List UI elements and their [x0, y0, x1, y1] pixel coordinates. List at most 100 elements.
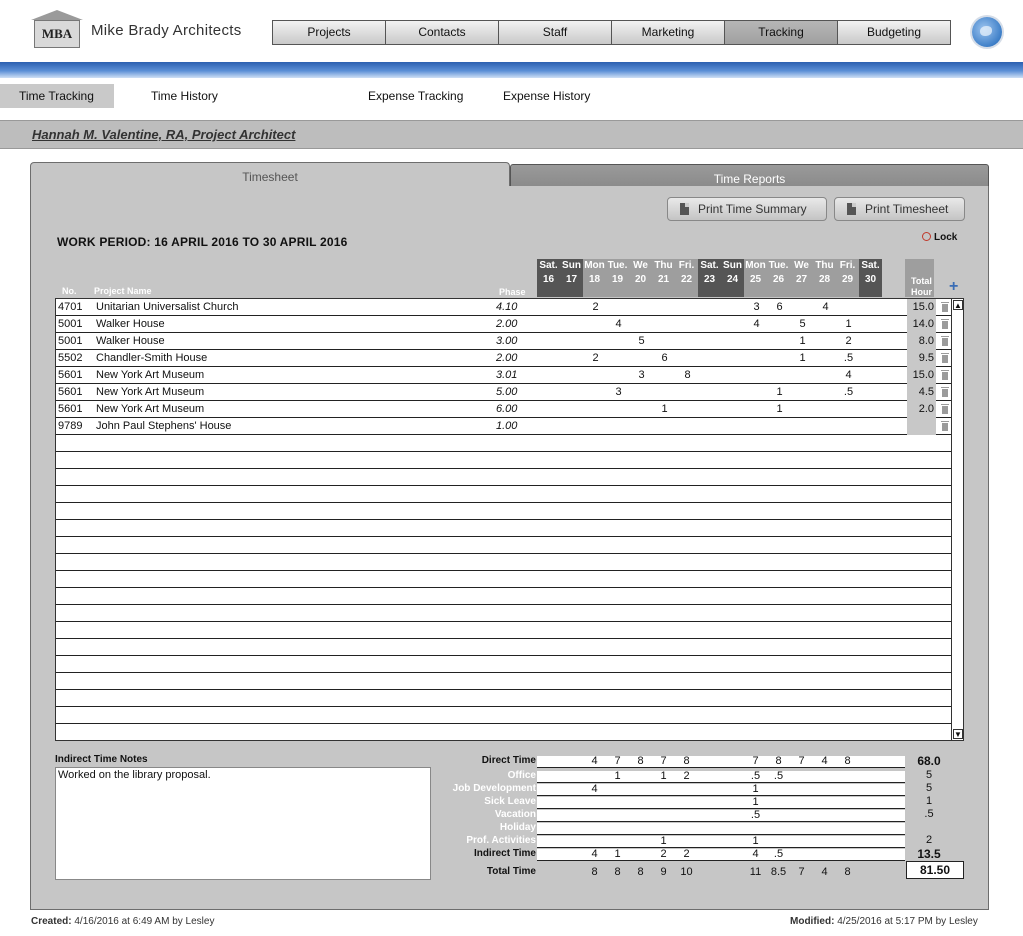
- hours-cell[interactable]: [699, 384, 722, 401]
- row-total[interactable]: 9.5: [907, 350, 936, 367]
- hours-cell[interactable]: [676, 418, 699, 435]
- scroll-up-icon[interactable]: ▲: [953, 300, 963, 310]
- trash-icon[interactable]: [941, 302, 949, 313]
- table-row[interactable]: [56, 605, 951, 622]
- hours-cell[interactable]: [814, 333, 837, 350]
- project-name[interactable]: New York Art Museum: [96, 401, 204, 418]
- hours-cell[interactable]: [837, 418, 860, 435]
- subnav-expense-tracking[interactable]: Expense Tracking: [349, 84, 482, 108]
- hours-cell[interactable]: [584, 418, 607, 435]
- hours-cell[interactable]: [768, 367, 791, 384]
- trash-icon[interactable]: [941, 353, 949, 364]
- hours-cell[interactable]: [745, 350, 768, 367]
- project-number[interactable]: 5601: [58, 367, 82, 384]
- hours-cell[interactable]: [768, 316, 791, 333]
- row-total[interactable]: [907, 418, 936, 435]
- hours-cell[interactable]: [814, 367, 837, 384]
- hours-cell[interactable]: [538, 299, 561, 316]
- hours-cell[interactable]: 1: [791, 350, 814, 367]
- hours-cell[interactable]: [630, 384, 653, 401]
- hours-cell[interactable]: [768, 333, 791, 350]
- project-name[interactable]: New York Art Museum: [96, 384, 204, 401]
- project-number[interactable]: 4701: [58, 299, 82, 316]
- hours-cell[interactable]: [745, 401, 768, 418]
- hours-cell[interactable]: [676, 401, 699, 418]
- hours-cell[interactable]: [722, 367, 745, 384]
- hours-cell[interactable]: 1: [791, 333, 814, 350]
- hours-cell[interactable]: [538, 316, 561, 333]
- nav-tracking[interactable]: Tracking: [724, 20, 838, 45]
- row-total[interactable]: 4.5: [907, 384, 936, 401]
- table-row[interactable]: [56, 452, 951, 469]
- hours-cell[interactable]: [837, 401, 860, 418]
- trash-icon[interactable]: [941, 421, 949, 432]
- subnav-time-history[interactable]: Time History: [132, 84, 237, 108]
- hours-cell[interactable]: [791, 418, 814, 435]
- hours-cell[interactable]: [538, 418, 561, 435]
- hours-cell[interactable]: .5: [837, 384, 860, 401]
- project-name[interactable]: Chandler-Smith House: [96, 350, 207, 367]
- hours-cell[interactable]: [860, 316, 883, 333]
- hours-cell[interactable]: 3: [607, 384, 630, 401]
- table-row[interactable]: [56, 639, 951, 656]
- hours-cell[interactable]: [860, 401, 883, 418]
- hours-cell[interactable]: [722, 333, 745, 350]
- hours-cell[interactable]: [561, 299, 584, 316]
- hours-cell[interactable]: [630, 299, 653, 316]
- hours-cell[interactable]: [860, 299, 883, 316]
- table-row[interactable]: [56, 503, 951, 520]
- trash-icon[interactable]: [941, 319, 949, 330]
- hours-cell[interactable]: 1: [837, 316, 860, 333]
- hours-cell[interactable]: [607, 350, 630, 367]
- hours-cell[interactable]: [630, 316, 653, 333]
- hours-cell[interactable]: 5: [791, 316, 814, 333]
- trash-icon[interactable]: [941, 370, 949, 381]
- hours-cell[interactable]: [722, 418, 745, 435]
- table-row[interactable]: [56, 537, 951, 554]
- table-row[interactable]: [56, 588, 951, 605]
- hours-cell[interactable]: 6: [768, 299, 791, 316]
- hours-cell[interactable]: [768, 350, 791, 367]
- hours-cell[interactable]: [607, 418, 630, 435]
- table-row[interactable]: 4701 Unitarian Universalist Church 4.10 2 3 6…: [56, 299, 951, 316]
- table-row[interactable]: [56, 520, 951, 537]
- hours-cell[interactable]: [561, 384, 584, 401]
- hours-cell[interactable]: 1: [653, 401, 676, 418]
- hours-cell[interactable]: [607, 401, 630, 418]
- project-number[interactable]: 9789: [58, 418, 82, 435]
- project-number[interactable]: 5001: [58, 333, 82, 350]
- project-number[interactable]: 5601: [58, 401, 82, 418]
- hours-cell[interactable]: [860, 350, 883, 367]
- hours-cell[interactable]: [860, 418, 883, 435]
- nav-budgeting[interactable]: Budgeting: [837, 20, 951, 45]
- hours-cell[interactable]: [538, 367, 561, 384]
- hours-cell[interactable]: 2: [837, 333, 860, 350]
- project-name[interactable]: Walker House: [96, 333, 165, 350]
- project-name[interactable]: New York Art Museum: [96, 367, 204, 384]
- hours-cell[interactable]: 1: [768, 401, 791, 418]
- hours-cell[interactable]: 3: [745, 299, 768, 316]
- hours-cell[interactable]: 4: [607, 316, 630, 333]
- hours-cell[interactable]: [676, 384, 699, 401]
- row-total[interactable]: 2.0: [907, 401, 936, 418]
- hours-cell[interactable]: [745, 418, 768, 435]
- subnav-time-tracking[interactable]: Time Tracking: [0, 84, 114, 108]
- project-number[interactable]: 5001: [58, 316, 82, 333]
- hours-cell[interactable]: 4: [814, 299, 837, 316]
- hours-cell[interactable]: [561, 316, 584, 333]
- hours-cell[interactable]: [653, 418, 676, 435]
- hours-cell[interactable]: [653, 333, 676, 350]
- table-row[interactable]: [56, 690, 951, 707]
- nav-contacts[interactable]: Contacts: [385, 20, 499, 45]
- trash-icon[interactable]: [941, 404, 949, 415]
- hours-cell[interactable]: [745, 333, 768, 350]
- table-row[interactable]: [56, 622, 951, 639]
- nav-staff[interactable]: Staff: [498, 20, 612, 45]
- hours-cell[interactable]: [699, 401, 722, 418]
- hours-cell[interactable]: [699, 333, 722, 350]
- hours-cell[interactable]: [791, 384, 814, 401]
- hours-cell[interactable]: [814, 384, 837, 401]
- hours-cell[interactable]: [722, 384, 745, 401]
- hours-cell[interactable]: 8: [676, 367, 699, 384]
- hours-cell[interactable]: [584, 384, 607, 401]
